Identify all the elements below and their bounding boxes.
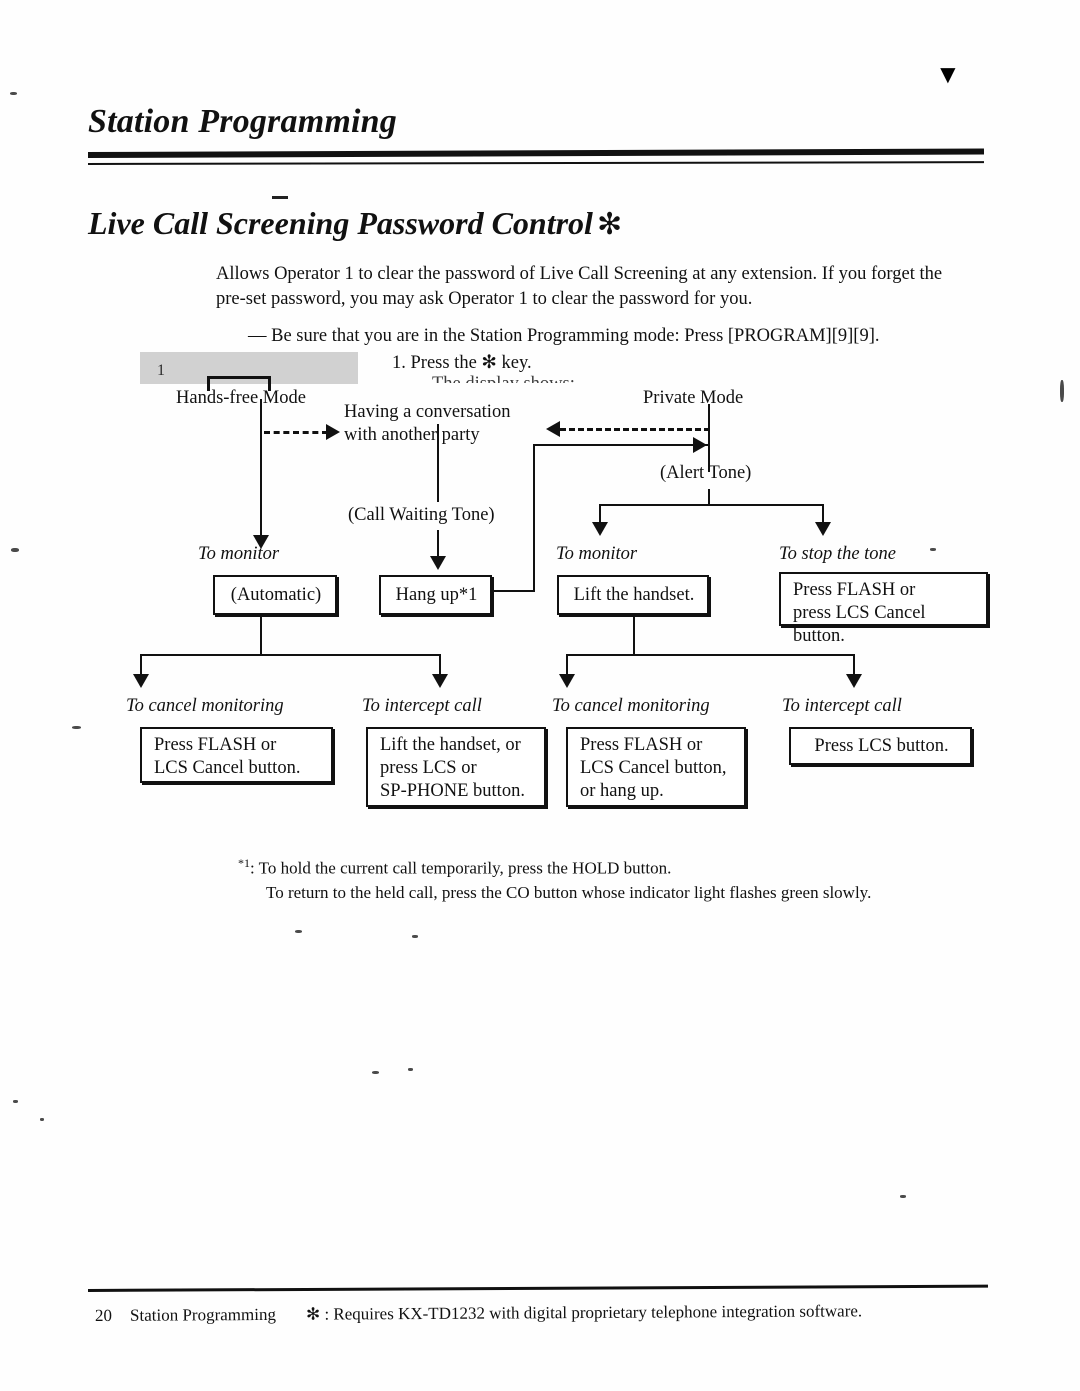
box-stop-tone-line-1: Press FLASH or bbox=[793, 580, 916, 600]
conversation-line-2: with another party bbox=[344, 425, 480, 445]
label-to-stop-the-tone: To stop the tone bbox=[779, 544, 897, 564]
box-cancel-monitoring-2: Press FLASH or LCS Cancel button, or han… bbox=[566, 727, 746, 807]
automatic-arrow-right bbox=[432, 674, 448, 688]
box-intercept-1-line-3: SP-PHONE button. bbox=[380, 781, 525, 801]
private-to-conversation-arrow bbox=[546, 421, 560, 437]
private-to-conversation-dash bbox=[560, 428, 710, 431]
lift-handset-branch-right bbox=[853, 654, 855, 676]
box-cancel-2-line-2: LCS Cancel button, bbox=[580, 758, 727, 778]
alert-tone-branch-left bbox=[599, 504, 601, 524]
footnote-block: *1: To hold the current call temporarily… bbox=[238, 851, 998, 905]
conversation-spine-upper bbox=[437, 424, 439, 502]
label-to-intercept-call-1: To intercept call bbox=[362, 696, 482, 716]
conversation-spine-lower bbox=[437, 530, 439, 558]
having-conversation-label: Having a conversation with another party bbox=[344, 401, 559, 447]
footnote-line-2: To return to the held call, press the CO… bbox=[266, 882, 872, 902]
box-stop-tone: Press FLASH or press LCS Cancel button. bbox=[779, 572, 988, 646]
box-hang-up-text: Hang up*1 bbox=[395, 585, 478, 605]
box-intercept-call-2: Press LCS button. bbox=[789, 727, 972, 765]
hangup-riser-hline bbox=[489, 590, 535, 592]
alert-tone-split-bar bbox=[599, 504, 824, 506]
footer-section-name: Station Programming bbox=[129, 1304, 276, 1325]
hands-free-spine bbox=[260, 399, 262, 539]
footer-asterisk-note: ✻ : Requires KX-TD1232 with digital prop… bbox=[305, 1301, 863, 1324]
private-mode-spine bbox=[708, 404, 710, 464]
lift-handset-out-vline bbox=[633, 615, 635, 655]
box-cancel-monitoring-1: Press FLASH or LCS Cancel button. bbox=[140, 727, 333, 783]
box-hang-up: Hang up*1 bbox=[379, 575, 492, 615]
lift-handset-split-bar bbox=[566, 654, 855, 656]
automatic-split-bar bbox=[140, 654, 441, 656]
call-waiting-arrow-down bbox=[430, 556, 446, 570]
conversation-line-1: Having a conversation bbox=[344, 402, 511, 422]
lift-handset-branch-left bbox=[566, 654, 568, 676]
label-to-intercept-call-2: To intercept call bbox=[782, 696, 902, 716]
lift-handset-arrow-right bbox=[846, 674, 862, 688]
box-intercept-1-line-1: Lift the handset, or bbox=[380, 735, 521, 755]
box-intercept-2-text: Press LCS button. bbox=[814, 736, 949, 756]
hangup-to-private-arrow bbox=[693, 437, 707, 453]
box-cancel-2-line-1: Press FLASH or bbox=[580, 735, 703, 755]
box-lift-handset: Lift the handset. bbox=[557, 575, 709, 615]
alert-tone-arrow-right bbox=[815, 522, 831, 536]
label-to-cancel-monitoring-1: To cancel monitoring bbox=[126, 696, 284, 716]
automatic-branch-left bbox=[140, 654, 142, 676]
box-cancel-1-line-1: Press FLASH or bbox=[154, 735, 277, 755]
footnote-marker: *1 bbox=[238, 856, 250, 870]
alert-tone-spine-lower bbox=[708, 489, 710, 505]
hangup-riser-vline bbox=[533, 444, 535, 592]
automatic-out-vline bbox=[260, 615, 262, 655]
box-automatic-text: (Automatic) bbox=[230, 585, 322, 605]
call-screening-flow-diagram: Hands-free Mode Private Mode Having a co… bbox=[0, 0, 1080, 1391]
box-lift-handset-text: Lift the handset. bbox=[573, 585, 695, 605]
automatic-arrow-left bbox=[133, 674, 149, 688]
lift-handset-arrow-left bbox=[559, 674, 575, 688]
footer-page-number: 20 bbox=[94, 1305, 113, 1325]
alert-tone-spine-upper bbox=[708, 464, 710, 472]
hands-free-to-conversation-arrow bbox=[326, 424, 340, 440]
footnote-line-1: : To hold the current call temporarily, … bbox=[250, 858, 672, 878]
box-intercept-1-line-2: press LCS or bbox=[380, 758, 477, 778]
box-intercept-call-1: Lift the handset, or press LCS or SP-PHO… bbox=[366, 727, 546, 807]
alert-tone-branch-right bbox=[822, 504, 824, 524]
label-to-monitor-right: To monitor bbox=[556, 544, 638, 564]
label-to-monitor-left: To monitor bbox=[198, 544, 280, 564]
box-stop-tone-line-2: press LCS Cancel button. bbox=[793, 603, 926, 646]
box-cancel-2-line-3: or hang up. bbox=[580, 781, 664, 801]
private-mode-label: Private Mode bbox=[643, 388, 744, 408]
automatic-branch-right bbox=[439, 654, 441, 676]
box-cancel-1-line-2: LCS Cancel button. bbox=[154, 758, 301, 778]
label-to-cancel-monitoring-2: To cancel monitoring bbox=[552, 696, 710, 716]
hangup-to-private-hline bbox=[533, 444, 708, 446]
box-automatic: (Automatic) bbox=[213, 575, 337, 615]
hands-free-mode-label: Hands-free Mode bbox=[176, 388, 306, 408]
alert-tone-label: (Alert Tone) bbox=[660, 463, 752, 483]
hands-free-to-conversation-dash bbox=[264, 431, 328, 434]
document-page: ▼ Station Programming Live Call Screenin… bbox=[0, 0, 1080, 1391]
alert-tone-arrow-left bbox=[592, 522, 608, 536]
call-waiting-tone-label: (Call Waiting Tone) bbox=[348, 505, 495, 525]
